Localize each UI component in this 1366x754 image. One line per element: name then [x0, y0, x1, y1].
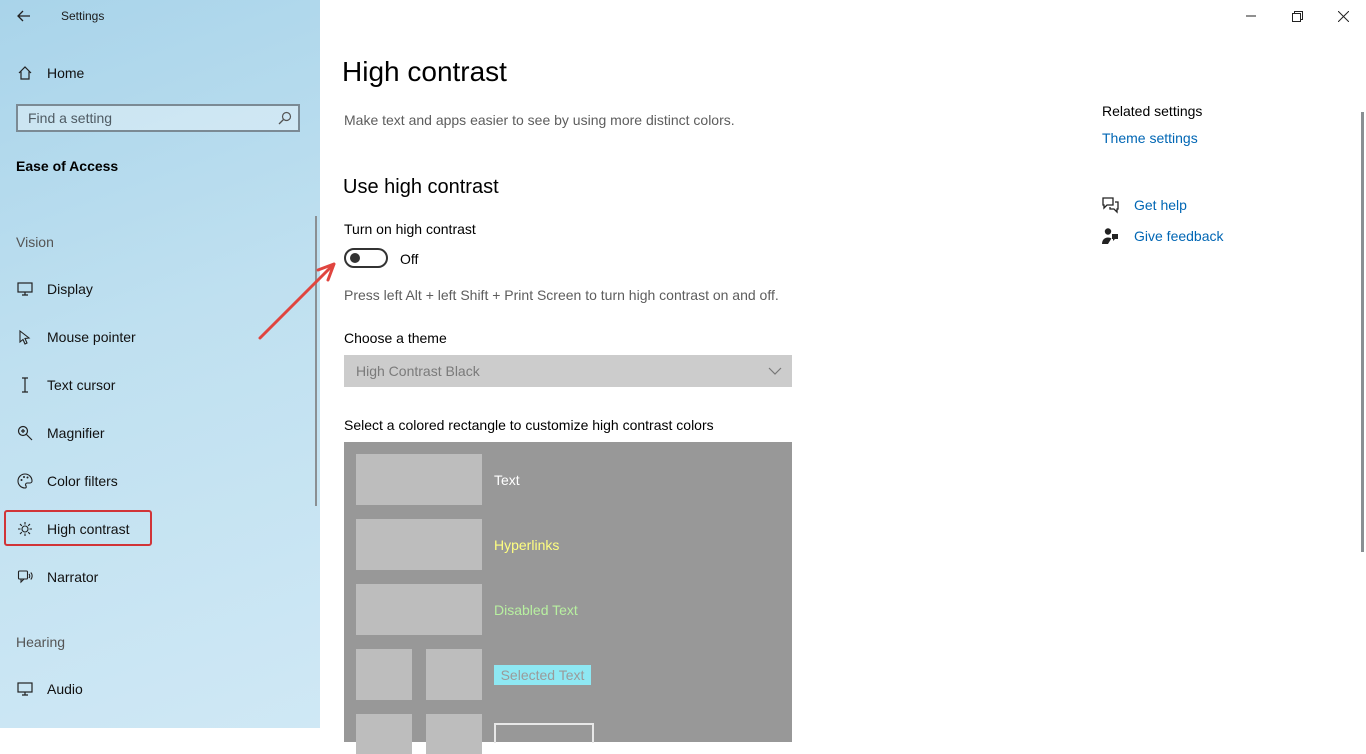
- display-icon: [16, 280, 34, 298]
- theme-selected-value: High Contrast Black: [356, 363, 480, 379]
- shortcut-hint: Press left Alt + left Shift + Print Scre…: [344, 287, 779, 303]
- get-help-icon: [1102, 197, 1119, 214]
- selected-text-foreground-swatch[interactable]: [356, 649, 412, 700]
- sidebar-item-label: Color filters: [47, 473, 118, 489]
- restore-button[interactable]: [1274, 0, 1320, 32]
- home-icon: [16, 64, 34, 82]
- chevron-down-icon: [768, 367, 782, 375]
- sidebar: Settings Home Ease of Access Vision Disp…: [0, 0, 320, 728]
- sidebar-item-audio[interactable]: Audio: [0, 669, 320, 709]
- sidebar-item-color-filters[interactable]: Color filters: [0, 461, 320, 501]
- give-feedback-link[interactable]: Give feedback: [1134, 228, 1224, 244]
- main-scrollbar[interactable]: [1361, 112, 1364, 552]
- selected-text-label: Selected Text: [494, 665, 591, 685]
- high-contrast-toggle[interactable]: [344, 248, 388, 268]
- toggle-label: Turn on high contrast: [344, 221, 476, 237]
- minimize-icon: [1246, 15, 1256, 17]
- toggle-state: Off: [400, 251, 419, 267]
- button-text-background-swatch[interactable]: [426, 714, 482, 754]
- hyperlinks-color-label: Hyperlinks: [494, 537, 560, 553]
- disabled-text-color-label: Disabled Text: [494, 602, 578, 618]
- audio-icon: [16, 680, 34, 698]
- hyperlinks-color-swatch[interactable]: [356, 519, 482, 570]
- sidebar-item-label: Display: [47, 281, 93, 297]
- narrator-icon: [16, 568, 34, 586]
- sidebar-item-label: Home: [47, 65, 85, 81]
- disabled-text-color-swatch[interactable]: [356, 584, 482, 635]
- sidebar-item-label: Mouse pointer: [47, 329, 136, 345]
- theme-label: Choose a theme: [344, 330, 447, 346]
- magnifier-icon: [16, 424, 34, 442]
- button-text-preview: [494, 723, 594, 743]
- back-arrow-icon: [17, 10, 30, 22]
- minimize-button[interactable]: [1228, 0, 1274, 32]
- sidebar-item-text-cursor[interactable]: Text cursor: [0, 365, 320, 405]
- sidebar-item-label: Magnifier: [47, 425, 105, 441]
- color-filters-icon: [16, 472, 34, 490]
- mouse-pointer-icon: [16, 328, 34, 346]
- sidebar-item-home[interactable]: Home: [0, 53, 320, 93]
- section-title: Use high contrast: [343, 176, 499, 198]
- theme-dropdown[interactable]: High Contrast Black: [344, 355, 792, 387]
- text-color-swatch[interactable]: [356, 454, 482, 505]
- sidebar-item-narrator[interactable]: Narrator: [0, 557, 320, 597]
- restore-icon: [1291, 10, 1303, 22]
- toggle-knob: [350, 253, 360, 263]
- sidebar-item-label: Narrator: [47, 569, 99, 585]
- search-field[interactable]: [16, 104, 300, 132]
- give-feedback-icon: [1102, 228, 1118, 244]
- text-cursor-icon: [16, 376, 34, 394]
- button-text-foreground-swatch[interactable]: [356, 714, 412, 754]
- sidebar-item-label: Audio: [47, 681, 83, 697]
- hearing-heading: Hearing: [16, 634, 66, 650]
- category-heading: Ease of Access: [16, 158, 119, 174]
- selected-text-background-swatch[interactable]: [426, 649, 482, 700]
- color-palette: Text Hyperlinks Disabled Text Selected T…: [344, 442, 792, 754]
- sidebar-item-magnifier[interactable]: Magnifier: [0, 413, 320, 453]
- close-button[interactable]: [1320, 0, 1366, 32]
- get-help-link[interactable]: Get help: [1134, 197, 1187, 213]
- related-settings-heading: Related settings: [1102, 103, 1203, 119]
- app-title: Settings: [61, 9, 105, 23]
- theme-settings-link[interactable]: Theme settings: [1102, 130, 1198, 146]
- vision-heading: Vision: [16, 234, 54, 250]
- annotation-arrow: [258, 262, 336, 340]
- close-icon: [1337, 10, 1349, 22]
- back-button[interactable]: [12, 4, 36, 28]
- selection-highlight: [4, 510, 152, 546]
- palette-label: Select a colored rectangle to customize …: [344, 417, 714, 433]
- search-icon[interactable]: [278, 111, 292, 125]
- text-color-label: Text: [494, 472, 520, 488]
- search-input[interactable]: [18, 106, 278, 130]
- sidebar-item-label: Text cursor: [47, 377, 116, 393]
- page-description: Make text and apps easier to see by usin…: [344, 112, 735, 128]
- page-title: High contrast: [342, 56, 507, 87]
